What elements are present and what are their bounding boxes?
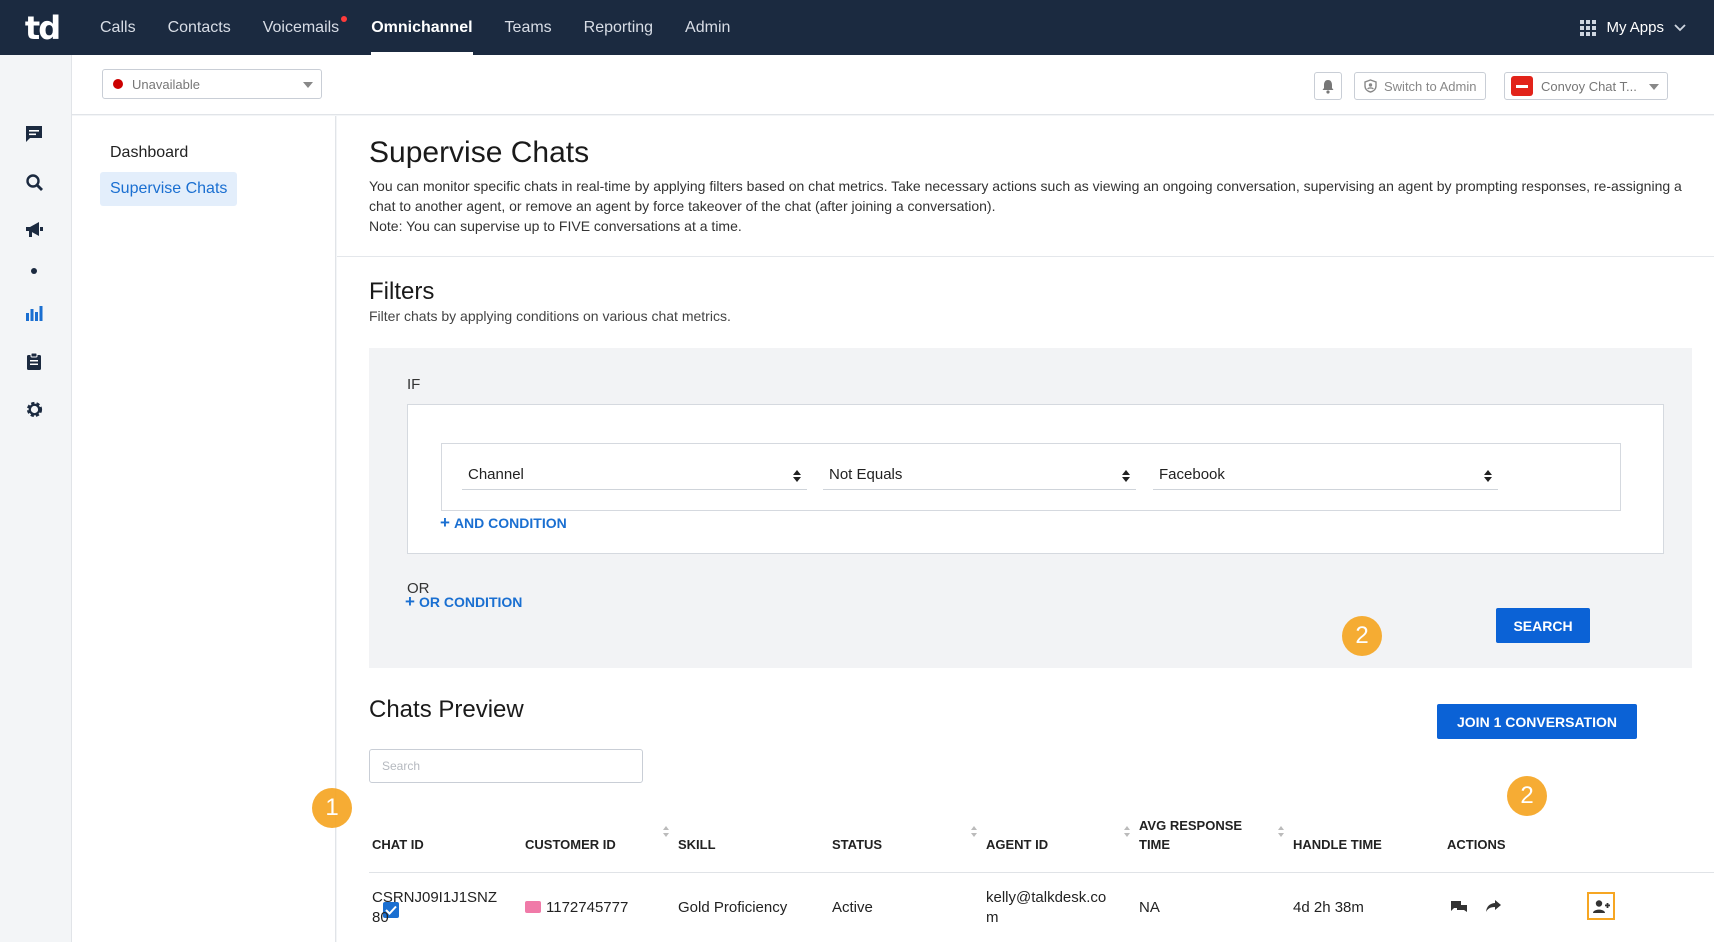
sub-header: Unavailable Switch to Admin Convoy Chat … xyxy=(72,55,1714,115)
chevron-down-icon xyxy=(1674,23,1686,31)
chat-bubbles-icon[interactable] xyxy=(1449,896,1469,916)
chat-icon[interactable] xyxy=(22,122,46,146)
top-navigation: td Calls Contacts Voicemails Omnichannel… xyxy=(0,0,1714,55)
column-header-actions: ACTIONS xyxy=(1447,837,1506,852)
cell-handle-time: 4d 2h 38m xyxy=(1293,899,1364,916)
nav-item-calls[interactable]: Calls xyxy=(84,0,152,55)
chat-channel-icon xyxy=(525,901,541,914)
if-label: IF xyxy=(407,376,421,393)
nav-item-teams[interactable]: Teams xyxy=(489,0,568,55)
shield-user-icon xyxy=(1364,79,1377,93)
bar-chart-icon[interactable] xyxy=(22,301,46,325)
clipboard-icon[interactable] xyxy=(22,349,46,373)
agent-status-value: Unavailable xyxy=(132,76,200,92)
add-and-condition-button[interactable]: + AND CONDITION xyxy=(440,513,567,533)
chats-preview-title: Chats Preview xyxy=(369,696,524,723)
chats-search-input[interactable] xyxy=(369,749,643,783)
my-apps-menu[interactable]: My Apps xyxy=(1580,0,1686,55)
page-description: You can monitor specific chats in real-t… xyxy=(369,178,1682,234)
plus-icon: + xyxy=(440,513,450,532)
convoy-logo-icon xyxy=(1511,76,1533,96)
sidebar: Dashboard Supervise Chats xyxy=(72,116,336,942)
join-conversation-button[interactable]: JOIN 1 CONVERSATION xyxy=(1437,704,1637,739)
filters-title: Filters xyxy=(369,278,435,305)
sort-icon[interactable] xyxy=(971,826,977,840)
left-rail xyxy=(0,55,72,942)
table-header-divider xyxy=(369,872,1714,873)
notification-dot xyxy=(341,16,348,22)
sort-icon[interactable] xyxy=(1124,826,1130,840)
condition-group: Channel Not Equals Facebook + AND CONDIT… xyxy=(407,404,1664,554)
notifications-button[interactable] xyxy=(1314,72,1342,100)
column-header-handle-time[interactable]: HANDLE TIME xyxy=(1293,835,1382,854)
step-marker-2: 2 xyxy=(1507,776,1547,816)
step-marker-1: 1 xyxy=(312,788,352,828)
nav-item-admin[interactable]: Admin xyxy=(669,0,746,55)
cell-customer-id: 1172745777 xyxy=(525,898,628,918)
column-header-agent-id[interactable]: AGENT ID xyxy=(986,835,1048,854)
caret-down-icon xyxy=(303,82,313,88)
apps-grid-icon xyxy=(1580,19,1597,36)
filter-panel: IF Channel Not Equals Facebook + AND CON… xyxy=(369,348,1692,668)
add-user-highlight xyxy=(1587,892,1615,920)
megaphone-icon[interactable] xyxy=(22,218,46,242)
filters-description: Filter chats by applying conditions on v… xyxy=(369,308,731,324)
app-selector[interactable]: Convoy Chat T... xyxy=(1504,72,1668,100)
sidebar-item-supervise-chats[interactable]: Supervise Chats xyxy=(100,172,238,206)
column-header-customer-id[interactable]: CUSTOMER ID xyxy=(525,835,616,854)
main-content: Supervise Chats You can monitor specific… xyxy=(312,116,1714,942)
caret-down-icon xyxy=(1649,84,1659,90)
cell-status: Active xyxy=(832,899,873,916)
bell-icon xyxy=(1322,79,1334,94)
forward-arrow-icon[interactable] xyxy=(1483,896,1503,916)
column-header-status[interactable]: STATUS xyxy=(832,835,882,854)
status-dot xyxy=(113,79,123,89)
sort-icon[interactable] xyxy=(1278,826,1284,840)
condition-value-select[interactable]: Facebook xyxy=(1153,462,1498,490)
condition-field-select[interactable]: Channel xyxy=(462,462,807,490)
sidebar-item-dashboard[interactable]: Dashboard xyxy=(100,136,198,170)
sort-icon[interactable] xyxy=(663,826,669,840)
nav-item-reporting[interactable]: Reporting xyxy=(568,0,669,55)
search-icon[interactable] xyxy=(22,170,46,194)
add-or-condition-button[interactable]: + OR CONDITION xyxy=(405,592,522,612)
nav-items: Calls Contacts Voicemails Omnichannel Te… xyxy=(84,0,746,55)
cell-skill: Gold Proficiency xyxy=(678,899,788,916)
switch-to-admin-label: Switch to Admin xyxy=(1384,78,1477,94)
column-header-skill[interactable]: SKILL xyxy=(678,835,716,854)
column-header-chat-id[interactable]: CHAT ID xyxy=(372,835,424,854)
plus-icon: + xyxy=(405,592,415,611)
condition-operator-select[interactable]: Not Equals xyxy=(823,462,1136,490)
my-apps-label: My Apps xyxy=(1606,19,1664,36)
agent-status-select[interactable]: Unavailable xyxy=(102,69,322,99)
nav-item-omnichannel[interactable]: Omnichannel xyxy=(355,0,488,55)
page-title: Supervise Chats xyxy=(369,136,590,169)
cell-agent-id: kelly@talkdesk.co m xyxy=(986,889,1107,926)
step-marker-2: 2 xyxy=(1342,616,1382,656)
gear-icon[interactable] xyxy=(22,397,46,421)
dot-icon xyxy=(22,259,46,283)
search-button[interactable]: SEARCH xyxy=(1496,608,1590,643)
cell-avg-response-time: NA xyxy=(1139,899,1160,916)
section-divider xyxy=(337,256,1714,257)
app-selector-label: Convoy Chat T... xyxy=(1541,78,1637,94)
switch-to-admin-button[interactable]: Switch to Admin xyxy=(1354,72,1486,100)
column-header-avg-response-time[interactable]: AVG RESPONSE TIME xyxy=(1139,816,1242,854)
nav-item-contacts[interactable]: Contacts xyxy=(152,0,247,55)
condition-row: Channel Not Equals Facebook xyxy=(441,443,1621,511)
nav-item-voicemails[interactable]: Voicemails xyxy=(247,0,355,55)
cell-chat-id: CSRNJ09I1J1SNZ 80 xyxy=(372,889,498,926)
talkdesk-logo[interactable]: td xyxy=(0,0,84,55)
